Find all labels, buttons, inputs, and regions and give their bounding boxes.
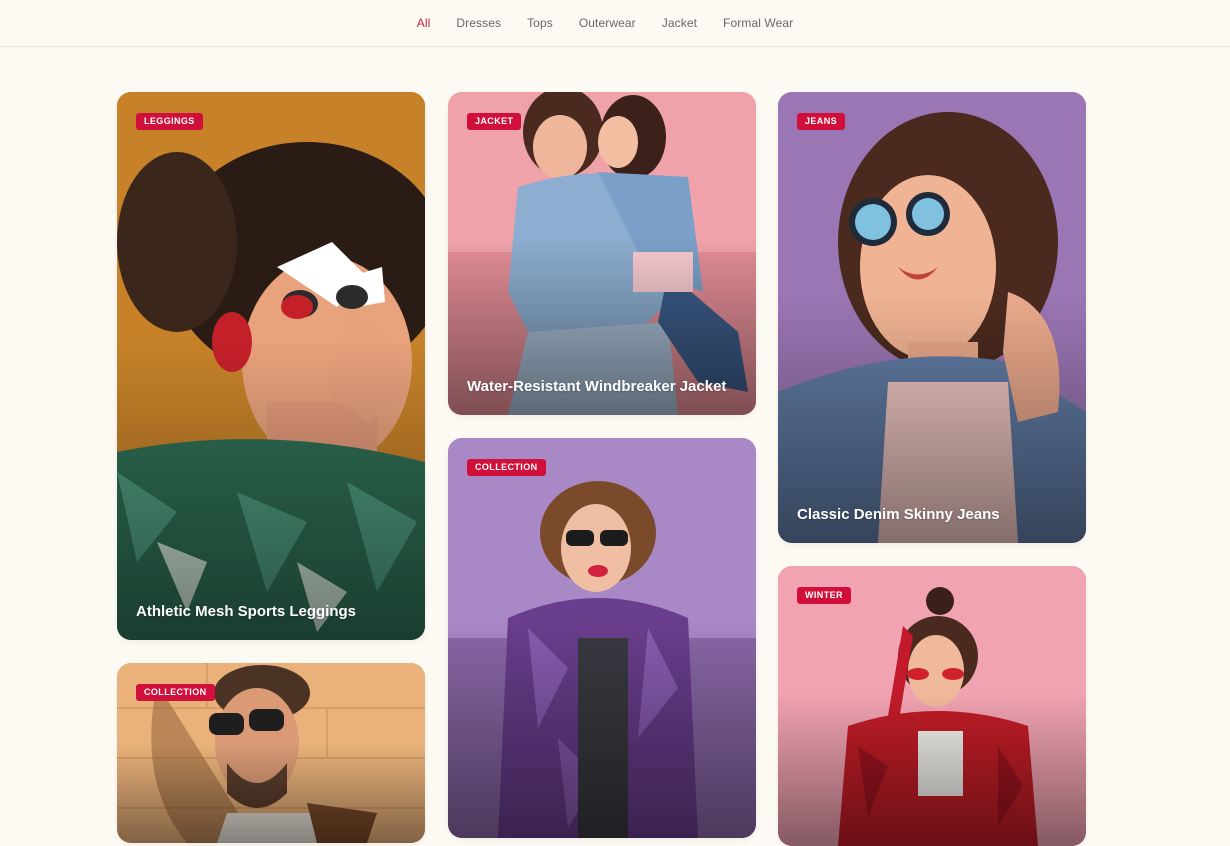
category-nav: All Dresses Tops Outerwear Jacket Formal… (0, 0, 1230, 47)
category-badge: LEGGINGS (136, 113, 203, 130)
tab-formal-wear[interactable]: Formal Wear (710, 16, 806, 30)
tab-outerwear[interactable]: Outerwear (566, 16, 649, 30)
category-tabs: All Dresses Tops Outerwear Jacket Formal… (404, 16, 807, 30)
tab-jacket[interactable]: Jacket (649, 16, 710, 30)
category-badge: WINTER (797, 587, 851, 604)
product-title: Athletic Mesh Sports Leggings (136, 603, 357, 620)
category-badge: JACKET (467, 113, 522, 130)
product-card-jeans[interactable]: JEANS Classic Denim Skinny Jeans (778, 92, 1086, 543)
category-badge: JEANS (797, 113, 846, 130)
product-card-collection-man[interactable]: COLLECTION (117, 663, 425, 843)
product-card-collection-fur[interactable]: COLLECTION (448, 438, 756, 838)
image-overlay (117, 338, 425, 640)
image-overlay (778, 692, 1086, 846)
tab-all[interactable]: All (404, 16, 444, 30)
product-title: Water-Resistant Windbreaker Jacket (467, 378, 727, 395)
category-badge: COLLECTION (136, 684, 215, 701)
tab-tops[interactable]: Tops (514, 16, 566, 30)
tab-dresses[interactable]: Dresses (443, 16, 514, 30)
product-title: Classic Denim Skinny Jeans (797, 506, 1000, 523)
category-badge: COLLECTION (467, 459, 546, 476)
product-card-winter[interactable]: WINTER (778, 566, 1086, 846)
product-card-jacket[interactable]: JACKET Water-Resistant Windbreaker Jacke… (448, 92, 756, 415)
image-overlay (117, 744, 425, 843)
product-card-leggings[interactable]: LEGGINGS Athletic Mesh Sports Leggings (117, 92, 425, 640)
image-overlay (448, 618, 756, 838)
